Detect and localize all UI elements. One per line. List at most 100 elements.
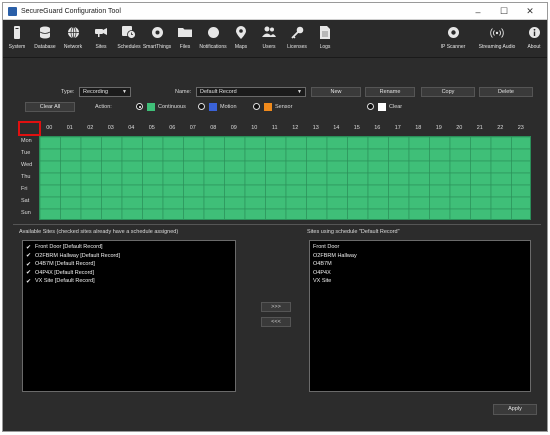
schedule-cell[interactable] xyxy=(142,160,164,174)
schedule-cell[interactable] xyxy=(511,160,532,174)
list-item[interactable]: VX Site xyxy=(313,277,527,286)
schedule-cell[interactable] xyxy=(121,172,143,186)
schedule-cell[interactable] xyxy=(224,184,246,198)
schedule-cell[interactable] xyxy=(449,172,471,186)
schedule-cell[interactable] xyxy=(203,137,225,150)
toolbar-logs[interactable]: Logs xyxy=(311,20,339,58)
schedule-cell[interactable] xyxy=(265,137,287,150)
assigned-sites-list[interactable]: Front Door O2FBRM Hallway O4B7M O4P4X VX… xyxy=(309,240,531,392)
hour-label[interactable]: 21 xyxy=(470,125,490,131)
schedule-cell[interactable] xyxy=(183,184,205,198)
schedule-cell[interactable] xyxy=(388,160,410,174)
clear-all-button[interactable]: Clear All xyxy=(25,102,75,112)
schedule-cell[interactable] xyxy=(101,160,123,174)
hour-label[interactable]: 12 xyxy=(285,125,305,131)
schedule-cell[interactable] xyxy=(285,196,307,210)
schedule-cell[interactable] xyxy=(429,172,451,186)
schedule-cell[interactable] xyxy=(347,172,369,186)
schedule-cell[interactable] xyxy=(224,208,246,220)
schedule-cell[interactable] xyxy=(367,160,389,174)
schedule-cell[interactable] xyxy=(470,137,492,150)
schedule-cell[interactable] xyxy=(121,148,143,162)
schedule-cell[interactable] xyxy=(60,208,82,220)
schedule-cell[interactable] xyxy=(183,137,205,150)
add-site-button[interactable]: >>> xyxy=(261,302,291,312)
list-item[interactable]: O2FBRM Hallway xyxy=(313,252,527,261)
schedule-cell[interactable] xyxy=(203,172,225,186)
schedule-cell[interactable] xyxy=(80,137,102,150)
schedule-cell[interactable] xyxy=(224,196,246,210)
schedule-cell[interactable] xyxy=(40,208,61,220)
type-dropdown[interactable]: Recording ▼ xyxy=(79,87,131,97)
schedule-cell[interactable] xyxy=(101,208,123,220)
schedule-cell[interactable] xyxy=(347,184,369,198)
schedule-cell[interactable] xyxy=(40,172,61,186)
hour-label[interactable]: 03 xyxy=(101,125,121,131)
schedule-cell[interactable] xyxy=(347,148,369,162)
schedule-cell[interactable] xyxy=(244,196,266,210)
schedule-cell[interactable] xyxy=(244,137,266,150)
schedule-cell[interactable] xyxy=(162,160,184,174)
schedule-cell[interactable] xyxy=(326,137,348,150)
schedule-cell[interactable] xyxy=(101,172,123,186)
schedule-cell[interactable] xyxy=(224,160,246,174)
hour-label[interactable]: 05 xyxy=(142,125,162,131)
schedule-cell[interactable] xyxy=(511,184,532,198)
schedule-cell[interactable] xyxy=(388,172,410,186)
schedule-cell[interactable] xyxy=(183,148,205,162)
schedule-cell[interactable] xyxy=(306,208,328,220)
hour-label[interactable]: 19 xyxy=(429,125,449,131)
schedule-cell[interactable] xyxy=(162,137,184,150)
schedule-cell[interactable] xyxy=(490,148,512,162)
schedule-cell[interactable] xyxy=(183,172,205,186)
schedule-cell[interactable] xyxy=(511,172,532,186)
toolbar-notifications[interactable]: Notifications xyxy=(199,20,227,58)
schedule-cell[interactable] xyxy=(285,137,307,150)
available-sites-list[interactable]: ✔ Front Door [Default Record] ✔ O2FBRM Hal… xyxy=(22,240,236,392)
action-clear-radio[interactable] xyxy=(367,103,374,110)
schedule-grid[interactable] xyxy=(39,136,531,220)
list-item[interactable]: O4P4X xyxy=(313,269,527,278)
schedule-cell[interactable] xyxy=(121,196,143,210)
schedule-cell[interactable] xyxy=(429,208,451,220)
day-label[interactable]: Sun xyxy=(21,210,31,216)
toolbar-streaming-audio[interactable]: Streaming Audio xyxy=(473,20,521,58)
hour-label[interactable]: 04 xyxy=(121,125,141,131)
list-item[interactable]: ✔ O4B7M [Default Record] xyxy=(26,260,232,269)
schedule-cell[interactable] xyxy=(388,184,410,198)
schedule-cell[interactable] xyxy=(142,148,164,162)
schedule-cell[interactable] xyxy=(101,196,123,210)
schedule-cell[interactable] xyxy=(121,184,143,198)
hour-label[interactable]: 00 xyxy=(39,125,59,131)
schedule-cell[interactable] xyxy=(408,172,430,186)
schedule-cell[interactable] xyxy=(449,196,471,210)
schedule-cell[interactable] xyxy=(326,196,348,210)
toolbar-schedules[interactable]: Schedules xyxy=(115,20,143,58)
schedule-cell[interactable] xyxy=(121,137,143,150)
schedule-cell[interactable] xyxy=(408,208,430,220)
maximize-button[interactable]: ☐ xyxy=(491,3,517,20)
schedule-cell[interactable] xyxy=(265,172,287,186)
schedule-cell[interactable] xyxy=(265,184,287,198)
schedule-cell[interactable] xyxy=(224,172,246,186)
action-sensor-radio[interactable] xyxy=(253,103,260,110)
schedule-cell[interactable] xyxy=(388,196,410,210)
schedule-cell[interactable] xyxy=(60,148,82,162)
toolbar-licenses[interactable]: Licenses xyxy=(283,20,311,58)
day-label[interactable]: Thu xyxy=(21,174,30,180)
schedule-cell[interactable] xyxy=(101,184,123,198)
schedule-cell[interactable] xyxy=(429,184,451,198)
schedule-cell[interactable] xyxy=(121,208,143,220)
list-item[interactable]: ✔ VX Site [Default Record] xyxy=(26,277,232,286)
schedule-cell[interactable] xyxy=(80,184,102,198)
schedule-cell[interactable] xyxy=(244,208,266,220)
list-item[interactable]: ✔ Front Door [Default Record] xyxy=(26,243,232,252)
schedule-cell[interactable] xyxy=(265,208,287,220)
toolbar-database[interactable]: Database xyxy=(31,20,59,58)
schedule-cell[interactable] xyxy=(470,208,492,220)
schedule-cell[interactable] xyxy=(449,184,471,198)
hour-label[interactable]: 17 xyxy=(388,125,408,131)
schedule-cell[interactable] xyxy=(80,172,102,186)
schedule-cell[interactable] xyxy=(449,208,471,220)
schedule-cell[interactable] xyxy=(183,208,205,220)
